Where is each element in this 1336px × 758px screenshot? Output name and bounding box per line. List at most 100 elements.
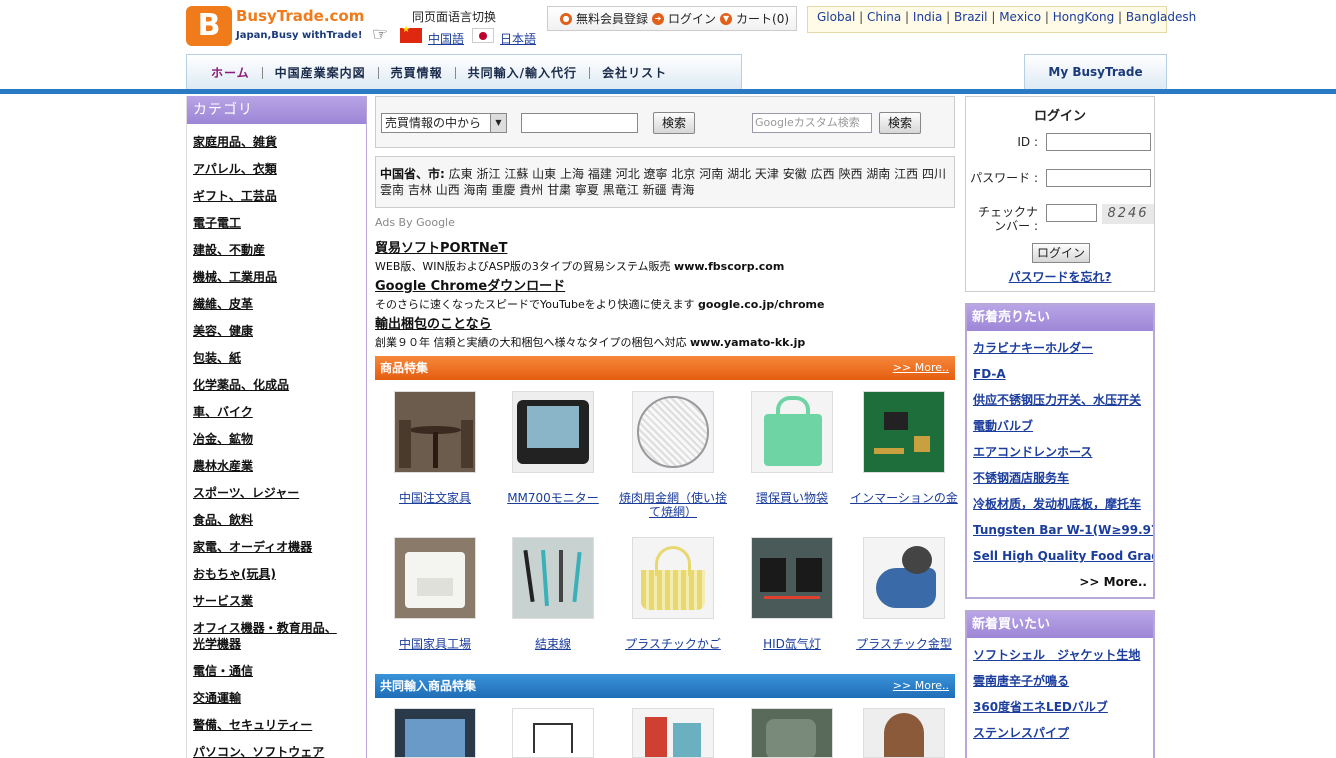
product-image-sofa[interactable]: [394, 537, 476, 619]
featured-more-link[interactable]: >> More..: [893, 356, 949, 380]
province-link[interactable]: 河南: [699, 167, 723, 181]
new-sell-item[interactable]: エアコンドレンホース: [973, 445, 1153, 459]
province-link[interactable]: 貴州: [519, 183, 543, 197]
group-more-link[interactable]: >> More..: [893, 674, 949, 698]
province-link[interactable]: 河北: [616, 167, 640, 181]
product-card[interactable]: [378, 708, 492, 758]
province-link[interactable]: 甘粛: [547, 183, 571, 197]
nav-home[interactable]: ホーム: [199, 64, 262, 81]
category-link[interactable]: 家庭用品、雑貨: [193, 135, 366, 149]
ad-url[interactable]: www.fbscorp.com: [674, 260, 784, 273]
product-card[interactable]: HID氙气灯: [735, 537, 849, 651]
category-link[interactable]: 美容、健康: [193, 324, 366, 338]
category-link[interactable]: 冶金、鉱物: [193, 432, 366, 446]
category-link[interactable]: 警備、セキュリティー: [193, 718, 366, 732]
category-link[interactable]: ギフト、工芸品: [193, 189, 366, 203]
product-card[interactable]: 中国家具工場: [378, 537, 492, 651]
new-sell-item[interactable]: 不锈钢酒店服务车: [973, 471, 1153, 485]
category-link[interactable]: 光学機器: [193, 637, 366, 651]
register-link[interactable]: 無料会員登録: [576, 10, 648, 27]
nav-group-import[interactable]: 共同輸入/輸入代行: [456, 64, 589, 81]
product-card[interactable]: プラスチックかご: [616, 537, 730, 651]
ad-title-link[interactable]: 輸出梱包のことなら: [375, 313, 955, 332]
province-link[interactable]: 青海: [670, 183, 694, 197]
region-mexico[interactable]: Mexico: [999, 10, 1041, 24]
product-name-link[interactable]: MM700モニター: [496, 491, 610, 505]
province-link[interactable]: 陝西: [838, 167, 862, 181]
new-sell-more-link[interactable]: >> More..: [967, 575, 1153, 589]
category-link[interactable]: 交通運輸: [193, 691, 366, 705]
login-link[interactable]: ログイン: [668, 10, 716, 27]
password-input[interactable]: [1046, 169, 1151, 187]
product-image-shopping-bag[interactable]: [751, 391, 833, 473]
product-image-item[interactable]: [863, 708, 945, 758]
product-card[interactable]: [735, 708, 849, 758]
category-link[interactable]: 電信・通信: [193, 664, 366, 678]
new-sell-item[interactable]: カラビナキーホルダー: [973, 341, 1153, 355]
category-link[interactable]: 化学薬品、化成品: [193, 378, 366, 392]
product-image-furniture[interactable]: [394, 391, 476, 473]
ad-url[interactable]: google.co.jp/chrome: [698, 298, 824, 311]
my-busytrade-tab[interactable]: My BusyTrade: [1024, 54, 1167, 90]
province-link[interactable]: 湖南: [866, 167, 890, 181]
province-link[interactable]: 浙江: [476, 167, 500, 181]
product-card[interactable]: インマーションの金: [847, 391, 961, 505]
product-name-link[interactable]: 結束線: [496, 637, 610, 651]
province-link[interactable]: 吉林: [408, 183, 432, 197]
cart-link[interactable]: カート(0): [736, 10, 789, 27]
new-sell-item[interactable]: Tungsten Bar W-1(W≥99.97%): [973, 523, 1153, 537]
province-link[interactable]: 雲南: [380, 183, 404, 197]
nav-trade-info[interactable]: 売買情報: [379, 64, 455, 81]
category-link[interactable]: サービス業: [193, 594, 366, 608]
province-link[interactable]: 上海: [560, 167, 584, 181]
product-image-plastic-mold[interactable]: [863, 537, 945, 619]
category-link[interactable]: 車、バイク: [193, 405, 366, 419]
province-link[interactable]: 海南: [464, 183, 488, 197]
province-link[interactable]: 広西: [811, 167, 835, 181]
category-link[interactable]: 繊維、皮革: [193, 297, 366, 311]
province-link[interactable]: 江西: [894, 167, 918, 181]
product-name-link[interactable]: プラスチック金型: [847, 637, 961, 651]
check-number-input[interactable]: [1046, 204, 1097, 222]
product-image-item[interactable]: [512, 708, 594, 758]
product-card[interactable]: MM700モニター: [496, 391, 610, 505]
china-flag-icon[interactable]: [400, 25, 422, 43]
category-link[interactable]: おもちゃ(玩具): [193, 567, 366, 581]
category-link[interactable]: 建設、不動産: [193, 243, 366, 257]
category-link[interactable]: 家電、オーディオ機器: [193, 540, 366, 554]
product-card[interactable]: [616, 708, 730, 758]
province-link[interactable]: 新疆: [643, 183, 667, 197]
province-link[interactable]: 山西: [436, 183, 460, 197]
product-image-item[interactable]: [394, 708, 476, 758]
product-image-item[interactable]: [632, 708, 714, 758]
language-japanese-link[interactable]: 日本語: [500, 30, 536, 47]
region-bangladesh[interactable]: Bangladesh: [1126, 10, 1196, 24]
nav-industry-map[interactable]: 中国産業案内図: [263, 64, 378, 81]
product-name-link[interactable]: インマーションの金: [847, 491, 961, 505]
product-name-link[interactable]: プラスチックかご: [616, 637, 730, 651]
new-sell-item[interactable]: Sell High Quality Food Grade Soda: [973, 549, 1153, 563]
category-link[interactable]: オフィス機器・教育用品、: [193, 621, 366, 635]
product-image-hid-lamp[interactable]: [751, 537, 833, 619]
new-buy-item[interactable]: ステンレスパイプ: [973, 726, 1153, 740]
new-buy-item[interactable]: 360度省エネLEDバルブ: [973, 700, 1153, 714]
category-link[interactable]: 機械、工業用品: [193, 270, 366, 284]
category-link[interactable]: 包装、紙: [193, 351, 366, 365]
product-card[interactable]: 焼肉用金網（使い捨て焼網）: [616, 391, 730, 519]
google-search-input[interactable]: Googleカスタム検索: [752, 113, 872, 133]
product-name-link[interactable]: 中国注文家具: [378, 491, 492, 505]
product-image-monitor[interactable]: [512, 391, 594, 473]
id-input[interactable]: [1046, 133, 1151, 151]
product-card[interactable]: [496, 708, 610, 758]
product-card[interactable]: [847, 708, 961, 758]
product-image-circuit-board[interactable]: [863, 391, 945, 473]
category-link[interactable]: 電子電工: [193, 216, 366, 230]
province-link[interactable]: 湖北: [727, 167, 751, 181]
ad-title-link[interactable]: 貿易ソフトPORTNeT: [375, 237, 955, 256]
site-logo[interactable]: B BusyTrade.com Japan,Busy withTrade!: [186, 6, 364, 46]
region-global[interactable]: Global: [817, 10, 855, 24]
province-link[interactable]: 安徽: [783, 167, 807, 181]
ad-url[interactable]: www.yamato-kk.jp: [690, 336, 805, 349]
province-link[interactable]: 四川: [922, 167, 946, 181]
product-card[interactable]: プラスチック金型: [847, 537, 961, 651]
